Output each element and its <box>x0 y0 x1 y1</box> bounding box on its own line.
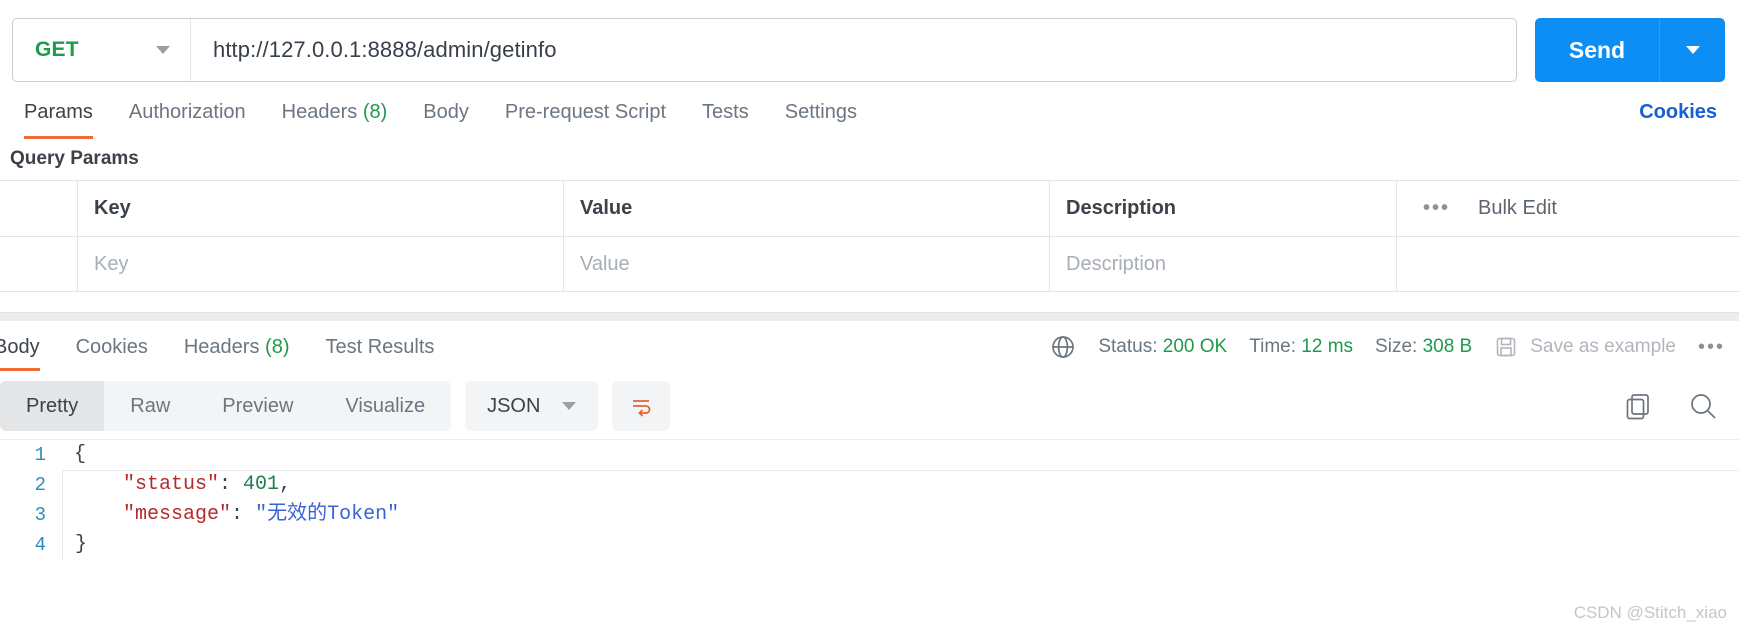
row-key-input[interactable]: Key <box>78 237 564 291</box>
response-tab-body[interactable]: Body <box>0 321 58 373</box>
line-content: "message": "无效的Token" <box>62 500 1739 530</box>
header-key: Key <box>78 181 564 236</box>
tab-body[interactable]: Body <box>405 88 487 136</box>
tab-label: Authorization <box>128 101 246 123</box>
format-tab-visualize[interactable]: Visualize <box>319 381 451 431</box>
save-as-example-label: Save as example <box>1530 336 1676 357</box>
bulk-edit-button[interactable]: Bulk Edit <box>1478 197 1557 220</box>
url-shell: GET http://127.0.0.1:8888/admin/getinfo <box>12 18 1517 82</box>
line-number: 3 <box>34 504 46 526</box>
table-header-row: Key Value Description ••• Bulk Edit <box>0 181 1739 236</box>
code-line: 4 } <box>0 530 1739 560</box>
query-params-table: Key Value Description ••• Bulk Edit Key … <box>0 180 1739 292</box>
status-badge: Status: 200 OK <box>1098 336 1227 358</box>
cookies-link[interactable]: Cookies <box>1639 101 1725 124</box>
globe-icon <box>1052 336 1075 358</box>
status-label: Status: <box>1098 336 1158 357</box>
tab-params[interactable]: Params <box>6 88 111 139</box>
time-label: Time: <box>1249 336 1297 357</box>
format-tab-group: Pretty Raw Preview Visualize <box>0 381 452 431</box>
watermark: CSDN @Stitch_xiao <box>1573 603 1727 622</box>
response-tabs-row: Body Cookies Headers (8) Test Results St… <box>0 321 1739 373</box>
status-value: 200 OK <box>1162 336 1228 357</box>
more-options-icon[interactable]: ••• <box>1423 197 1450 220</box>
chevron-down-icon <box>1685 46 1700 54</box>
method-label: GET <box>35 38 79 61</box>
row-description-input[interactable]: Description <box>1050 237 1397 291</box>
response-divider[interactable] <box>0 312 1739 321</box>
line-number: 4 <box>34 534 46 556</box>
word-wrap-icon <box>633 400 651 417</box>
line-number: 1 <box>34 444 46 466</box>
response-more-options-icon[interactable]: ••• <box>1698 336 1725 359</box>
copy-icon[interactable] <box>1623 391 1653 421</box>
send-group: Send <box>1535 18 1725 82</box>
response-meta: Status: 200 OK Time: 12 ms Size: 308 B S… <box>1050 334 1739 360</box>
format-tab-pretty[interactable]: Pretty <box>0 381 105 431</box>
send-button[interactable]: Send <box>1535 18 1659 82</box>
line-number: 2 <box>34 474 46 496</box>
code-line: 3 "message": "无效的Token" <box>0 500 1739 530</box>
line-content: "status": 401, <box>62 470 1739 500</box>
language-selector[interactable]: JSON <box>465 381 599 431</box>
url-bar-row: GET http://127.0.0.1:8888/admin/getinfo … <box>0 0 1739 88</box>
row-value-input[interactable]: Value <box>564 237 1050 291</box>
response-tab-headers[interactable]: Headers (8) <box>166 321 308 373</box>
response-tab-cookies[interactable]: Cookies <box>58 321 166 373</box>
code-line: 2 "status": 401, <box>0 470 1739 500</box>
tab-label: Params <box>24 101 93 123</box>
size-label: Size: <box>1375 336 1418 357</box>
format-tab-preview[interactable]: Preview <box>196 381 319 431</box>
tab-label: Headers <box>281 101 358 123</box>
postman-window: GET http://127.0.0.1:8888/admin/getinfo … <box>0 0 1739 629</box>
tab-label: Body <box>0 336 40 358</box>
tab-count: (8) <box>265 336 290 358</box>
size-value: 308 B <box>1422 336 1473 357</box>
wrap-lines-button[interactable] <box>612 381 671 431</box>
row-checkbox-cell[interactable] <box>0 237 78 291</box>
tab-label: Pre-request Script <box>504 101 667 123</box>
chevron-down-icon <box>562 402 577 410</box>
response-body-code[interactable]: 1 { 2 "status": 401, 3 "message": "无效的To… <box>0 439 1739 560</box>
tab-label: Headers <box>183 336 260 358</box>
request-tabs: Params Authorization Headers (8) Body Pr… <box>0 88 1739 139</box>
format-toolbar-right <box>1623 390 1725 422</box>
search-icon[interactable] <box>1687 390 1719 422</box>
table-row: Key Value Description <box>0 236 1739 291</box>
url-input[interactable]: http://127.0.0.1:8888/admin/getinfo <box>191 19 1516 81</box>
tab-label: Settings <box>784 101 857 123</box>
query-params-title: Query Params <box>10 148 139 169</box>
method-selector[interactable]: GET <box>13 19 191 81</box>
chevron-down-icon <box>156 46 170 54</box>
save-as-example-button[interactable]: Save as example <box>1494 335 1676 359</box>
tab-label: Tests <box>702 101 749 123</box>
header-description: Description <box>1050 181 1397 236</box>
size-badge: Size: 308 B <box>1375 336 1472 358</box>
line-content: } <box>62 530 1739 560</box>
save-icon <box>1496 337 1516 357</box>
format-tab-raw[interactable]: Raw <box>104 381 196 431</box>
language-label: JSON <box>487 394 541 417</box>
header-value: Value <box>564 181 1050 236</box>
tab-authorization[interactable]: Authorization <box>111 88 264 136</box>
tab-tests[interactable]: Tests <box>684 88 767 136</box>
tab-pre-request-script[interactable]: Pre-request Script <box>487 88 684 136</box>
tab-settings[interactable]: Settings <box>767 88 875 136</box>
tab-label: Body <box>423 101 469 123</box>
url-text: http://127.0.0.1:8888/admin/getinfo <box>213 37 557 62</box>
header-bulk-cell: ••• Bulk Edit <box>1397 181 1739 236</box>
tab-count: (8) <box>362 101 388 123</box>
line-content: { <box>62 440 1739 471</box>
row-actions-cell <box>1397 237 1739 291</box>
tab-label: Test Results <box>325 336 435 358</box>
time-badge: Time: 12 ms <box>1249 336 1353 358</box>
time-value: 12 ms <box>1301 336 1354 357</box>
code-line: 1 { <box>0 440 1739 471</box>
tab-label: Cookies <box>75 336 148 358</box>
response-tab-test-results[interactable]: Test Results <box>307 321 452 373</box>
header-checkbox-cell <box>0 181 78 236</box>
tab-headers[interactable]: Headers (8) <box>264 88 406 136</box>
format-toolbar: Pretty Raw Preview Visualize JSON <box>0 373 1739 439</box>
send-options-button[interactable] <box>1659 18 1725 82</box>
